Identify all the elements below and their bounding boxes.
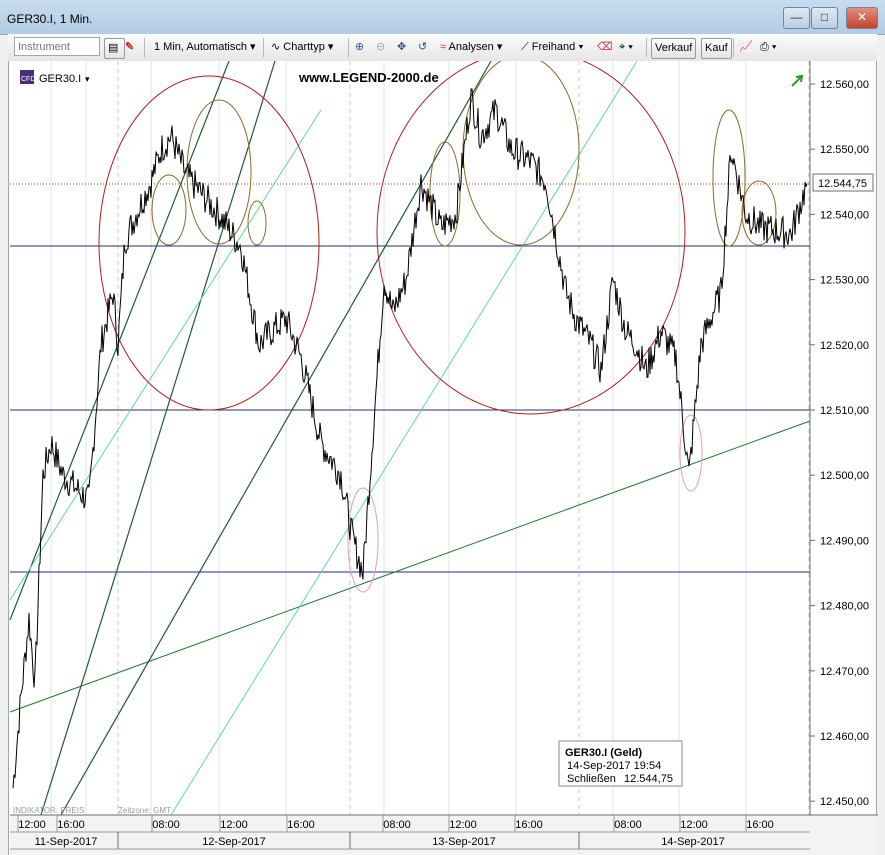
symbol-selector[interactable]: CFD GER30.I ▾ [20,70,90,85]
tooltip-value: 12.544,75 [624,773,673,785]
tooltip-label: Schließen [567,773,616,785]
close-button[interactable]: ✕ [846,7,878,29]
undo-icon: ↺ [418,41,428,53]
price-tick-label: 12.470,00 [820,666,869,678]
price-tick-label: 12.450,00 [820,796,869,808]
date-tick-label: 13-Sep-2017 [432,836,496,848]
chart-toolbar: ▤ ✎ 1 Min, Automatisch ▾ ∿ Charttyp ▾ ⊕ … [8,34,877,62]
window-title: GER30.I, 1 Min. [7,12,93,26]
analyses-dropdown[interactable]: ≈ Analysen ▾ [440,38,502,57]
time-tick-label: 16:00 [515,819,543,831]
analyses-icon: ≈ [440,41,447,53]
price-tick-label: 12.460,00 [820,731,869,743]
price-tick-label: 12.520,00 [820,340,869,352]
date-tick-label: 11-Sep-2017 [35,836,98,848]
time-tick-label: 16:00 [746,819,774,831]
close-icon: ✕ [856,10,868,24]
compare-icon: ✎ [125,41,135,53]
interval-label: 1 Min, Automatisch [154,41,247,53]
move-button[interactable]: ✥ [397,38,406,57]
watermark: www.LEGEND-2000.de [298,70,439,85]
instrument-list-icon: ▤ [108,42,119,54]
price-chart[interactable]: 12.560,00 12.550,00 12.540,00 12.530,00 12.5… [9,61,878,855]
svg-text:12.544,75: 12.544,75 [818,178,867,190]
chevron-down-icon: ▾ [85,74,90,84]
freehand-dropdown[interactable]: ⟋ Freihand ▾ [521,38,584,57]
instrument-input[interactable] [14,37,100,56]
price-tooltip: GER30.I (Geld) 14-Sep-2017 19:54 Schließ… [558,740,683,787]
analyses-label: Analysen [448,41,494,53]
cfd-icon: CFD [21,76,35,83]
print-dropdown[interactable]: ⎙ ▾ [760,38,777,57]
chevron-down-icon: ▾ [628,41,633,53]
price-tick-label: 12.530,00 [820,275,869,287]
crosshair-icon: ⌖ [619,41,626,53]
chevron-down-icon: ▾ [250,41,256,53]
chevron-down-icon: ▾ [327,41,334,53]
zoom-out-button[interactable]: ⊖ [376,38,385,57]
chart-area[interactable]: 12.560,00 12.550,00 12.540,00 12.530,00 12.5… [8,61,878,855]
time-tick-label: 16:00 [287,819,315,831]
indicator-note: INDIKATOR: PREIS [13,806,84,815]
time-tick-label: 12:00 [18,819,46,831]
chart-settings-button[interactable]: 📈 [739,38,753,57]
time-tick-label: 08:00 [383,819,411,831]
chevron-down-icon: ▾ [578,41,584,53]
minimize-button[interactable]: — [783,7,810,29]
print-icon: ⎙ [760,41,769,53]
chevron-down-icon: ▾ [496,41,503,53]
current-price-label: 12.544,75 [812,173,874,192]
zoom-out-icon: ⊖ [376,41,386,53]
time-tick-label: 12:00 [220,819,248,831]
price-tick-label: 12.560,00 [820,79,869,91]
time-tick-label: 16:00 [57,819,85,831]
move-icon: ✥ [397,41,407,53]
time-tick-label: 08:00 [152,819,180,831]
title-bar: GER30.I, 1 Min. — □ ✕ [0,0,885,35]
freehand-label: Freihand [531,41,576,53]
undo-button[interactable]: ↺ [418,38,427,57]
date-tick-label: 12-Sep-2017 [202,836,266,848]
price-tick-label: 12.490,00 [820,535,869,547]
charttype-dropdown[interactable]: ∿ Charttyp ▾ [271,38,333,57]
price-tick-label: 12.550,00 [820,144,869,156]
interval-dropdown[interactable]: 1 Min, Automatisch ▾ [154,38,256,57]
price-tick-label: 12.500,00 [820,470,869,482]
sell-label: Verkauf [655,42,693,54]
buy-label: Kauf [705,42,728,54]
time-tick-label: 12:00 [449,819,477,831]
zoom-in-button[interactable]: ⊕ [355,38,364,57]
line-chart-icon: ∿ [271,41,281,53]
timezone-note: Zeitzone: GMT [118,806,171,815]
sell-button[interactable]: Verkauf [651,38,697,59]
maximize-icon: □ [820,10,829,24]
freehand-icon: ⟋ [521,41,529,53]
tooltip-date: 14-Sep-2017 19:54 [567,760,661,772]
instrument-list-button[interactable]: ▤ [104,38,125,59]
eraser-icon: ⌫ [597,41,613,53]
crosshair-dropdown[interactable]: ⌖ ▾ [619,38,633,57]
minimize-icon: — [790,10,803,24]
charttype-label: Charttyp [283,41,325,53]
symbol-label: GER30.I [39,73,81,85]
chart-icon: 📈 [739,41,753,53]
chevron-down-icon: ▾ [771,41,777,53]
time-tick-label: 12:00 [680,819,708,831]
eraser-button[interactable]: ⌫ [597,38,613,57]
price-tick-label: 12.510,00 [820,405,869,417]
compare-button[interactable]: ✎ [125,38,134,57]
date-tick-label: 14-Sep-2017 [661,836,725,848]
price-tick-label: 12.540,00 [820,209,869,221]
tooltip-title: GER30.I (Geld) [565,747,642,759]
price-tick-label: 12.480,00 [820,601,869,613]
zoom-in-icon: ⊕ [355,41,365,53]
maximize-button[interactable]: □ [811,7,838,29]
buy-button[interactable]: Kauf [701,38,732,59]
time-tick-label: 08:00 [614,819,642,831]
